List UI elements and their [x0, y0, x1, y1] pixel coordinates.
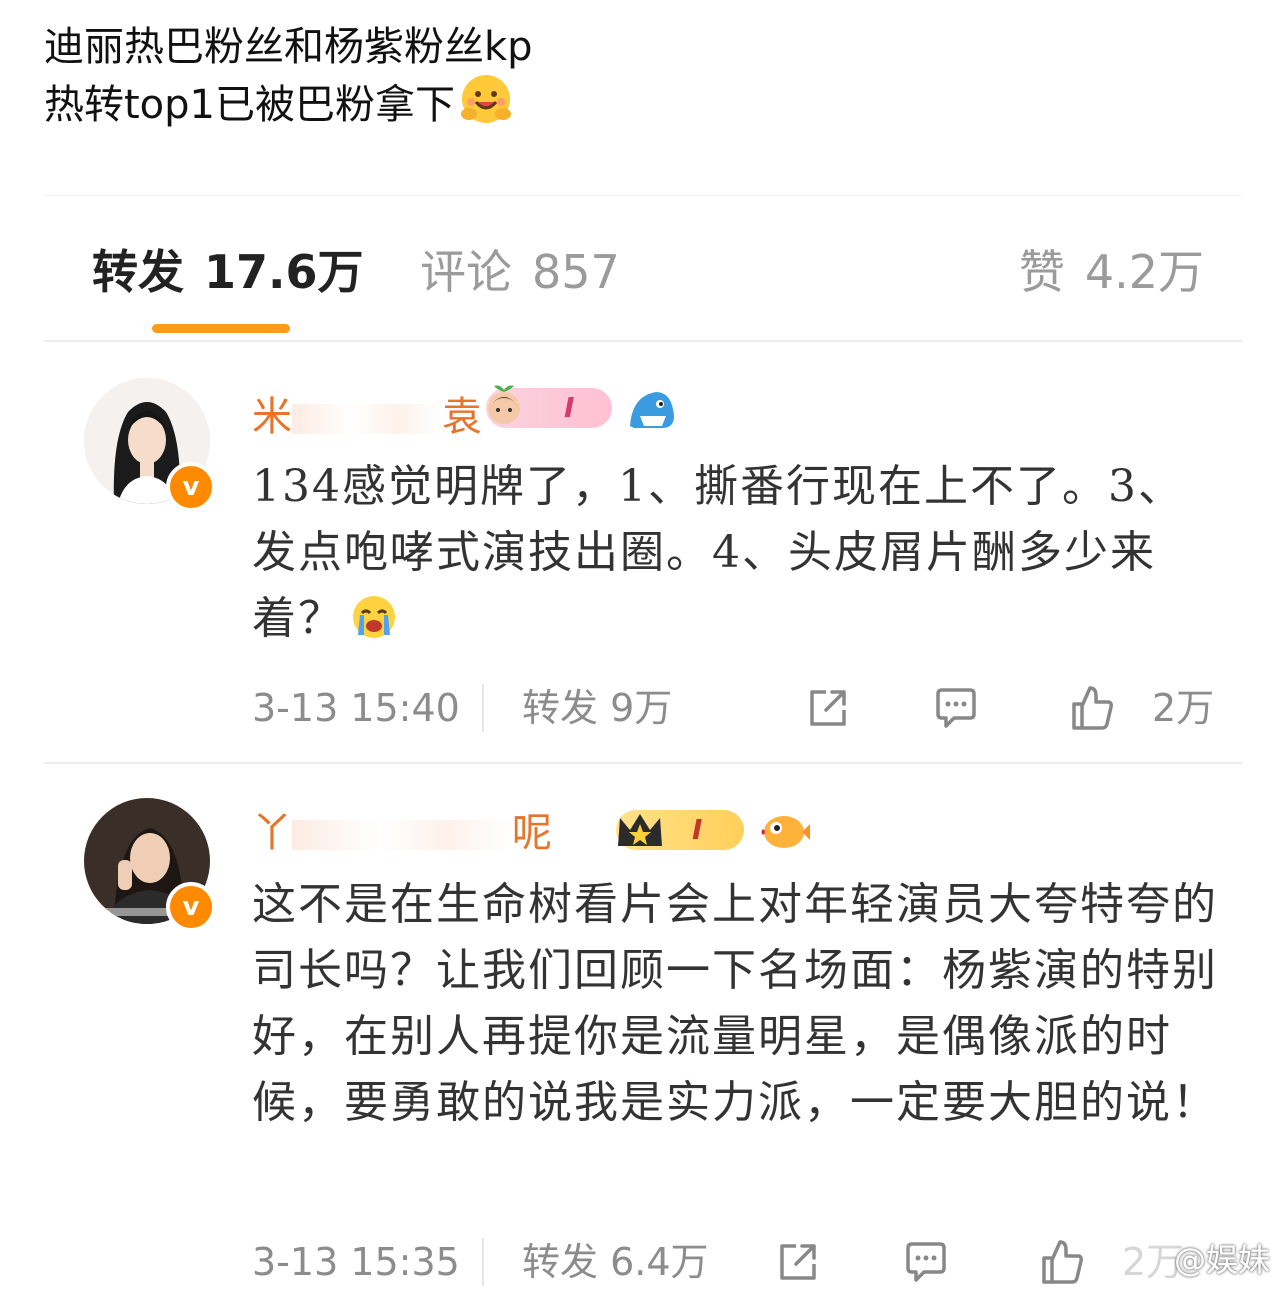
meta-separator	[482, 1238, 484, 1286]
interaction-tabs: 转发 17.6万 评论 857 赞 4.2万	[44, 195, 1242, 346]
tab-repost-count: 17.6万	[204, 245, 364, 299]
tab-repost-label: 转发	[92, 245, 184, 299]
comment-repost-count[interactable]: 转发 9万	[522, 682, 672, 734]
tab-likes[interactable]: 赞 4.2万	[1019, 244, 1204, 300]
fan-level-text: I	[692, 813, 703, 846]
username[interactable]: 丫呢	[252, 808, 552, 858]
thumbs-up-icon[interactable]	[1038, 1238, 1086, 1286]
comment-like-count: 2万	[1152, 686, 1215, 730]
username-blurred	[292, 820, 512, 850]
tab-comments[interactable]: 评论 857	[420, 244, 620, 300]
username-end: 呢	[512, 810, 552, 856]
comment-meta: 3-13 15:40 转发 9万 2万	[252, 682, 1242, 734]
comment-text: 这不是在生命树看片会上对年轻演员大夸特夸的司长吗？让我们回顾一下名场面：杨紫演的…	[252, 879, 1218, 1128]
comment-repost-count[interactable]: 转发 6.4万	[522, 1236, 709, 1288]
username-end: 袁	[442, 394, 482, 440]
verified-badge-icon: v	[166, 882, 216, 932]
post-title-line2: 热转top1已被巴粉拿下	[44, 72, 1244, 128]
share-icon[interactable]	[774, 1238, 822, 1286]
tab-likes-label: 赞	[1018, 245, 1065, 299]
username-blurred	[292, 404, 442, 434]
tabs-divider	[44, 340, 1242, 342]
watermark: @娱妹	[1173, 1241, 1270, 1279]
post-header: 迪丽热巴粉丝和杨紫粉丝kp 热转top1已被巴粉拿下	[44, 22, 1244, 128]
list-item: v 丫呢 I 这不是在生命树看片会上对年轻演员大夸特夸的司长吗？让我们回顾一下名…	[0, 790, 1284, 1297]
tab-likes-count: 4.2万	[1084, 245, 1204, 299]
tab-repost[interactable]: 转发 17.6万	[92, 244, 364, 300]
fan-level-text: I	[564, 391, 575, 424]
crown-icon	[618, 814, 662, 846]
fan-level-badge: I	[486, 385, 612, 428]
username-start: 丫	[252, 810, 292, 856]
username-start: 米	[252, 394, 292, 440]
shark-emoji-icon	[630, 392, 674, 428]
share-icon[interactable]	[804, 684, 852, 732]
comment-divider	[44, 762, 1242, 764]
comment-meta: 3-13 15:35 转发 6.4万 2万	[252, 1236, 1242, 1288]
fan-avatar-icon	[488, 385, 520, 424]
tab-comments-count: 857	[532, 245, 620, 299]
comment-icon[interactable]	[902, 1238, 950, 1286]
comment-text: 134感觉明牌了，1、撕番行现在上不了。3、发点咆哮式演技出圈。4、头皮屑片酬多…	[252, 454, 1222, 652]
comment-icon[interactable]	[932, 684, 980, 732]
comment-time: 3-13 15:35	[252, 1240, 460, 1284]
meta-separator	[482, 684, 484, 732]
list-item: v 米袁 I 134感觉明牌了，1、撕番行现在上不了。3、发点咆哮式演技出圈。4…	[0, 370, 1284, 760]
post-title-line2-text: 热转top1已被巴粉拿下	[44, 82, 455, 128]
username[interactable]: 米袁	[252, 392, 482, 442]
comment-time: 3-13 15:40	[252, 686, 460, 730]
active-tab-indicator	[152, 324, 290, 333]
hugging-emoji-icon	[461, 75, 511, 123]
post-title-line1: 迪丽热巴粉丝和杨紫粉丝kp	[44, 24, 533, 70]
pufferfish-emoji-icon	[761, 816, 810, 848]
fan-level-badge: I	[616, 810, 744, 850]
crying-emoji-icon	[353, 596, 395, 638]
thumbs-up-icon[interactable]	[1068, 684, 1116, 732]
verified-badge-icon: v	[166, 462, 216, 512]
tab-comments-label: 评论	[420, 245, 512, 299]
